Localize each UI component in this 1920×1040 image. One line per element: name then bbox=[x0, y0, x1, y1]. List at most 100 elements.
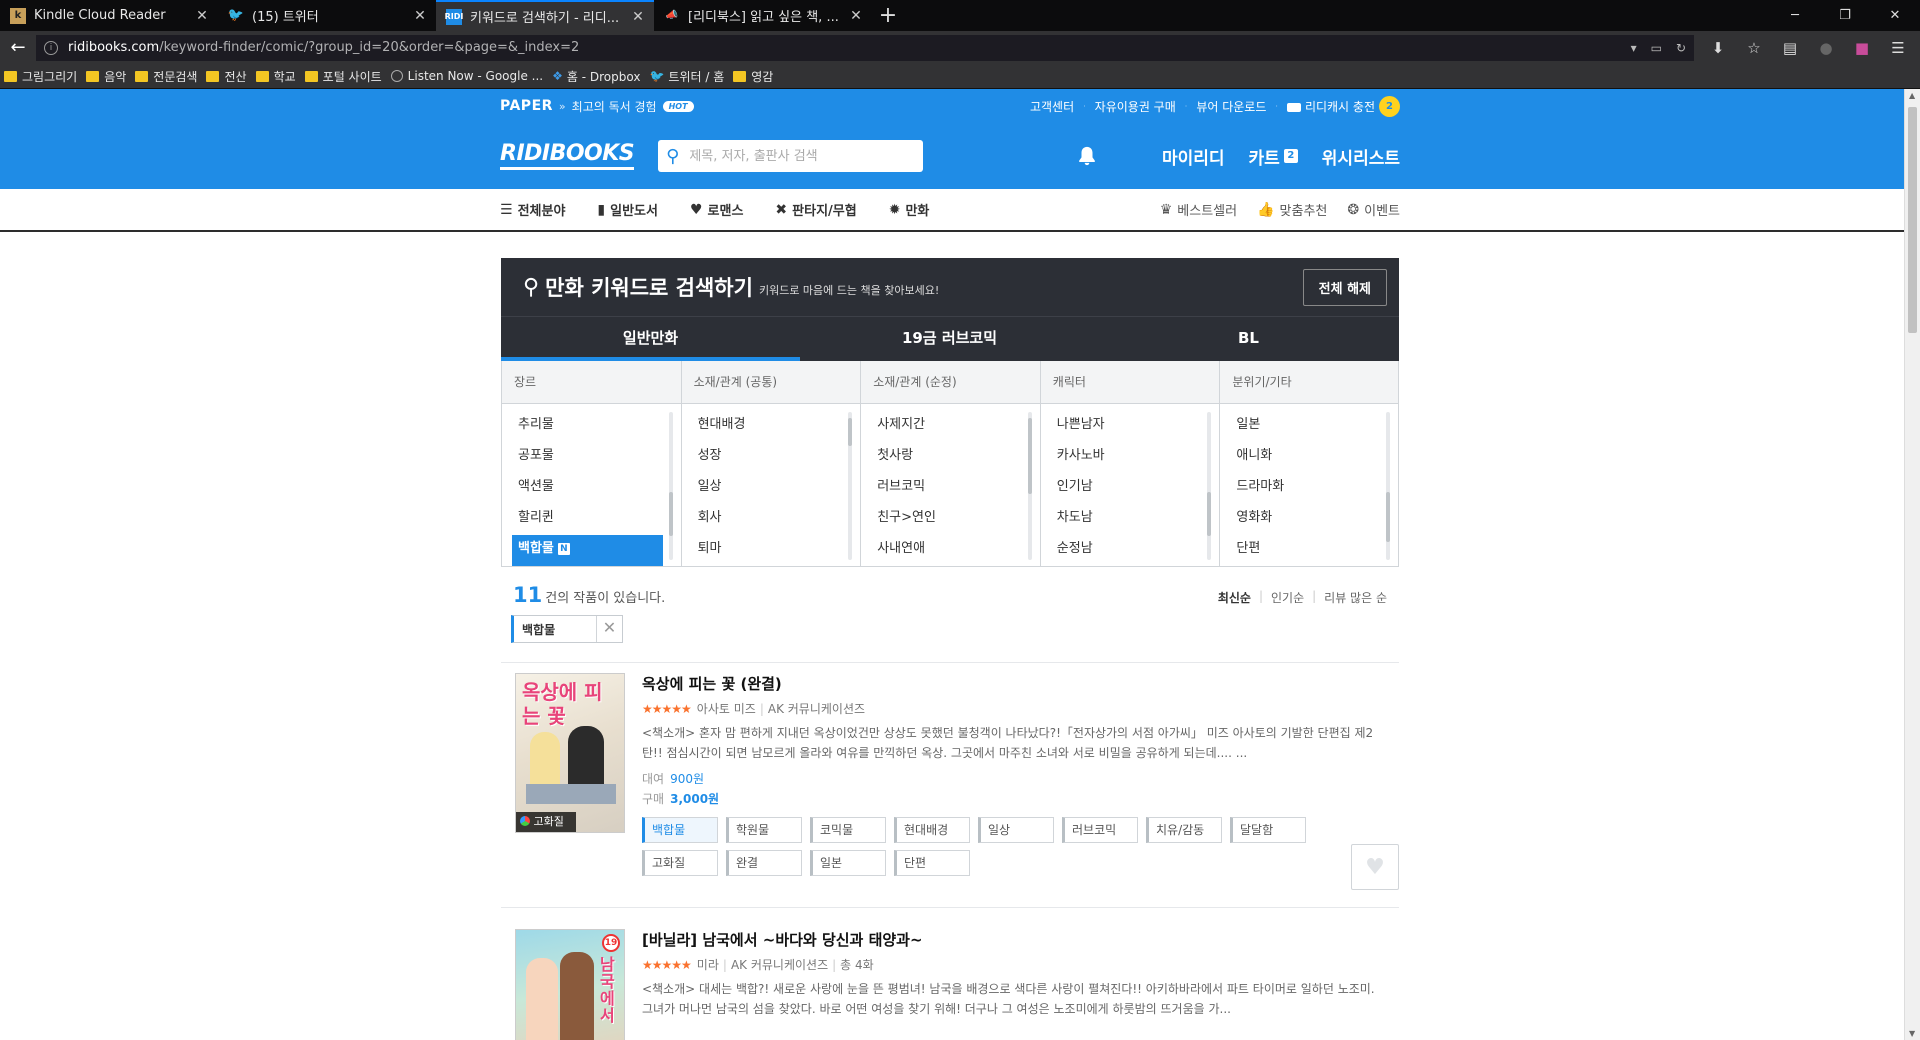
paper-tagline[interactable]: 최고의 독서 경험 bbox=[572, 98, 657, 115]
bell-icon[interactable] bbox=[1076, 145, 1098, 167]
book-title[interactable]: 옥상에 피는 꽃 (완결) bbox=[642, 673, 1382, 694]
address-bar[interactable]: i ridibooks.com/keyword-finder/comic/?gr… bbox=[36, 34, 1694, 61]
restore-icon[interactable]: ❐ bbox=[1820, 0, 1870, 31]
bookmark-item[interactable]: 음악 bbox=[86, 68, 126, 85]
keyword-tag[interactable]: 일본 bbox=[810, 850, 886, 876]
nav-heart[interactable]: ♥ 로맨스 bbox=[690, 200, 743, 220]
close-icon[interactable]: ✕ bbox=[412, 8, 428, 24]
sort-latest[interactable]: 최신순 bbox=[1218, 589, 1251, 606]
keyword-item[interactable]: 드라마화 bbox=[1230, 473, 1380, 504]
keyword-item[interactable]: 현대배경 bbox=[692, 411, 843, 442]
close-icon[interactable]: ✕ bbox=[848, 8, 864, 24]
column-scrollbar-thumb[interactable] bbox=[668, 492, 673, 536]
cash-charge-link[interactable]: 리디캐시 충전 bbox=[1286, 98, 1375, 115]
column-scrollbar-thumb[interactable] bbox=[1207, 492, 1212, 536]
info-icon[interactable]: i bbox=[44, 40, 58, 55]
scroll-up-icon[interactable]: ▲ bbox=[1909, 91, 1915, 100]
keyword-item[interactable]: 일상 bbox=[692, 473, 843, 504]
tab-bl[interactable]: BL bbox=[1099, 317, 1398, 361]
reset-all-button[interactable]: 전체 해제 bbox=[1302, 268, 1387, 306]
bookmark-item[interactable]: 그림그리기 bbox=[4, 68, 77, 85]
bookmark-item[interactable]: 전산 bbox=[206, 68, 247, 85]
keyword-item[interactable]: 할리퀸 bbox=[512, 504, 663, 535]
remove-chip-icon[interactable]: ✕ bbox=[596, 616, 622, 642]
book-title[interactable]: [바닐라] 남국에서 ~바다와 당신과 태양과~ bbox=[642, 929, 1382, 950]
nav-swords[interactable]: ✖ 판타지/무협 bbox=[775, 200, 856, 220]
keyword-tag[interactable]: 치유/감동 bbox=[1146, 817, 1222, 843]
keyword-item-selected[interactable]: 백합물 N bbox=[512, 535, 663, 566]
keyword-item[interactable]: 사내연애 bbox=[871, 535, 1022, 566]
keyword-tag[interactable]: 달달함 bbox=[1230, 817, 1306, 843]
viewer-download-link[interactable]: 뷰어 다운로드 bbox=[1196, 98, 1266, 115]
keyword-tag[interactable]: 백합물 bbox=[642, 817, 718, 843]
search-input[interactable] bbox=[689, 148, 900, 164]
column-scrollbar[interactable] bbox=[668, 412, 673, 560]
nav-crown[interactable]: ♛ 베스트셀러 bbox=[1160, 200, 1237, 220]
dropdown-icon[interactable]: ▾ bbox=[1631, 41, 1637, 55]
keyword-item[interactable]: 영화화 bbox=[1230, 504, 1380, 535]
keyword-item[interactable]: 인기남 bbox=[1051, 473, 1202, 504]
keyword-item[interactable]: 추리물 bbox=[512, 411, 663, 442]
bookmark-item[interactable]: ❖ 홈 - Dropbox bbox=[552, 68, 640, 85]
keyword-item[interactable]: 첫사랑 bbox=[871, 442, 1022, 473]
cart-link[interactable]: 카트 2 bbox=[1249, 144, 1298, 169]
keyword-item[interactable]: 차도남 bbox=[1051, 504, 1202, 535]
close-icon[interactable]: ✕ bbox=[194, 8, 210, 24]
keyword-tag[interactable]: 학원물 bbox=[726, 817, 802, 843]
keyword-item[interactable]: 일본 bbox=[1230, 411, 1380, 442]
nav-thumbs-up[interactable]: 👍 맞춤추천 bbox=[1257, 200, 1327, 220]
ridibooks-logo[interactable]: RIDIBOOKS bbox=[500, 142, 635, 170]
browser-tab[interactable]: 🐦 (15) 트위터 ✕ bbox=[218, 0, 436, 31]
bookmark-item[interactable]: 전문검색 bbox=[135, 68, 197, 85]
column-scrollbar[interactable] bbox=[1027, 412, 1032, 560]
keyword-item[interactable]: 공포물 bbox=[512, 442, 663, 473]
book-publisher[interactable]: AK 커뮤니케이션즈 bbox=[731, 956, 828, 973]
nav-event[interactable]: ❂ 이벤트 bbox=[1347, 200, 1400, 220]
minimize-icon[interactable]: ─ bbox=[1770, 0, 1820, 31]
nav-burst[interactable]: ✹ 만화 bbox=[889, 200, 930, 220]
new-tab-button[interactable]: + bbox=[872, 0, 904, 31]
column-scrollbar[interactable] bbox=[1385, 412, 1390, 560]
extension-icon[interactable]: ● bbox=[1808, 39, 1844, 57]
reader-view-icon[interactable]: ▭ bbox=[1651, 41, 1662, 55]
library-icon[interactable]: ▤ bbox=[1772, 39, 1808, 57]
hamburger-menu-icon[interactable]: ☰ bbox=[1880, 39, 1916, 57]
keyword-item[interactable]: 친구>연인 bbox=[871, 504, 1022, 535]
keyword-item[interactable]: 러브코믹 bbox=[871, 473, 1022, 504]
keyword-item[interactable]: 나쁜남자 bbox=[1051, 411, 1202, 442]
bookmark-item[interactable]: 영감 bbox=[733, 68, 773, 85]
tab-general-comic[interactable]: 일반만화 bbox=[501, 317, 800, 361]
keyword-tag[interactable]: 러브코믹 bbox=[1062, 817, 1138, 843]
tab-adult-lovecomic[interactable]: 19금 러브코믹 bbox=[800, 317, 1099, 361]
keyword-item[interactable]: 순정남 bbox=[1051, 535, 1202, 566]
keyword-item[interactable]: 액션물 bbox=[512, 473, 663, 504]
customer-center-link[interactable]: 고객센터 bbox=[1030, 98, 1074, 115]
column-scrollbar-thumb[interactable] bbox=[1385, 492, 1390, 542]
book-author[interactable]: 미라 bbox=[697, 956, 719, 973]
bookmark-item[interactable]: 🐦 트위터 / 홈 bbox=[649, 68, 724, 85]
keyword-item[interactable]: 회사 bbox=[692, 504, 843, 535]
page-scrollbar[interactable]: ▲ ▼ bbox=[1904, 89, 1920, 1040]
sort-reviews[interactable]: 리뷰 많은 순 bbox=[1324, 589, 1387, 606]
download-icon[interactable]: ⬇ bbox=[1700, 39, 1736, 57]
keyword-tag[interactable]: 고화질 bbox=[642, 850, 718, 876]
keyword-item[interactable]: 퇴마 bbox=[692, 535, 843, 566]
book-author[interactable]: 아사토 미즈 bbox=[697, 700, 756, 717]
column-scrollbar-thumb[interactable] bbox=[1027, 418, 1032, 494]
book-cover[interactable]: 19 남국에서 bbox=[515, 929, 625, 1040]
keyword-tag[interactable]: 코믹물 bbox=[810, 817, 886, 843]
close-icon[interactable]: ✕ bbox=[630, 9, 646, 25]
wishlist-heart-button[interactable]: ♥ bbox=[1351, 844, 1399, 890]
browser-tab[interactable]: 📣 [리디북스] 읽고 싶은 책, ... ✕ bbox=[654, 0, 872, 31]
close-window-icon[interactable]: ✕ bbox=[1870, 0, 1920, 31]
scrollbar-thumb[interactable] bbox=[1908, 107, 1917, 333]
bookmark-item[interactable]: 학교 bbox=[255, 68, 296, 85]
bookmark-star-icon[interactable]: ☆ bbox=[1736, 39, 1772, 57]
my-ridi-link[interactable]: 마이리디 bbox=[1162, 144, 1225, 169]
column-scrollbar[interactable] bbox=[848, 412, 853, 560]
keyword-tag[interactable]: 현대배경 bbox=[894, 817, 970, 843]
column-scrollbar-thumb[interactable] bbox=[848, 418, 853, 446]
sort-popular[interactable]: 인기순 bbox=[1271, 589, 1304, 606]
book-cover[interactable]: 옥상에 피는 꽃 고화질 bbox=[515, 673, 625, 833]
bookmark-item[interactable]: 포털 사이트 bbox=[304, 68, 382, 85]
